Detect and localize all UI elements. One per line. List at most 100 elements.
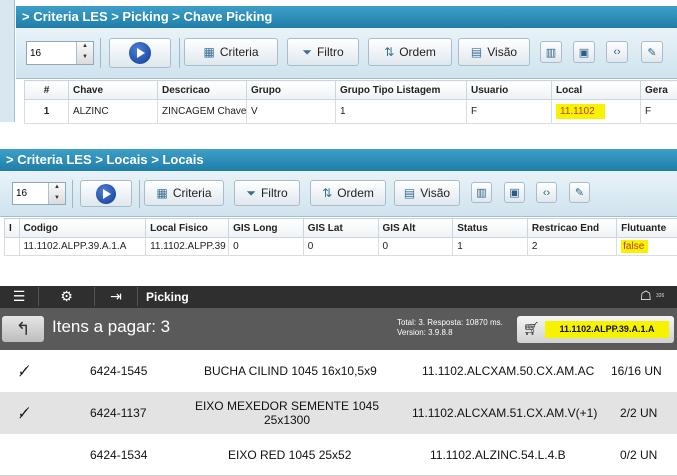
cell-restricao-end: 2 bbox=[527, 238, 616, 256]
column-header[interactable]: Gera bbox=[641, 81, 677, 100]
table-row[interactable]: 11.1102.ALPP.39.A.1.A 11.1102.ALPP.39 0 … bbox=[5, 238, 677, 256]
filter-icon: ⏷ bbox=[302, 45, 312, 60]
page-size-value: 16 bbox=[27, 48, 76, 59]
item-description: EIXO MEXEDOR SEMENTE 1045 25x1300 bbox=[187, 392, 387, 434]
settings-button[interactable]: ✎ bbox=[641, 41, 663, 63]
double-check-icon: ✓̸ bbox=[18, 392, 30, 434]
ordem-button[interactable]: ⇅ Ordem bbox=[368, 38, 452, 66]
version: Version: 3.9.8.8 bbox=[397, 328, 503, 338]
settings-button[interactable]: ⚙ bbox=[39, 287, 95, 306]
item-location: 11.1102.ALCXAM.50.CX.AM.AC bbox=[422, 350, 594, 392]
list-item[interactable]: ✓̸ 6424-1137 EIXO MEXEDOR SEMENTE 1045 2… bbox=[0, 392, 677, 435]
filtro-label: Filtro bbox=[317, 45, 344, 59]
view-icon: ▤ bbox=[404, 186, 415, 200]
ordem-label: Ordem bbox=[399, 45, 436, 59]
column-header[interactable]: GIS Alt bbox=[378, 219, 453, 238]
picking-table: # Chave Descricao Grupo Grupo Tipo Lista… bbox=[24, 80, 677, 124]
back-button[interactable]: ↰ bbox=[2, 316, 44, 342]
code-button[interactable]: ‹› bbox=[536, 182, 557, 203]
code-icon: ‹› bbox=[613, 46, 620, 58]
panel-locais: > Criteria LES > Locais > Locais 16 ▲▼ ▦… bbox=[0, 146, 677, 258]
export-button[interactable]: ▥ bbox=[540, 41, 562, 63]
table-header-row: # Chave Descricao Grupo Grupo Tipo Lista… bbox=[25, 81, 677, 100]
row-number: 1 bbox=[25, 100, 69, 124]
column-header[interactable]: Descricao bbox=[158, 81, 247, 100]
notification-badge: 326 bbox=[656, 293, 664, 299]
column-header[interactable]: Chave bbox=[69, 81, 158, 100]
criteria-icon: ▦ bbox=[203, 45, 214, 59]
page-size-spinner[interactable]: 16 ▲▼ bbox=[12, 182, 66, 205]
page-size-spinner[interactable]: 16 ▲▼ bbox=[26, 41, 94, 65]
column-header[interactable]: Restricao End bbox=[527, 219, 616, 238]
location-button[interactable]: 🛒︎ 11.1102.ALPP.39.A.1.A bbox=[517, 316, 674, 343]
ordem-button[interactable]: ⇅Ordem bbox=[310, 180, 386, 206]
divider bbox=[100, 38, 101, 68]
export-button[interactable]: ▥ bbox=[471, 182, 492, 203]
filtro-button[interactable]: ⏷ Filtro bbox=[287, 38, 359, 66]
run-button[interactable] bbox=[109, 38, 171, 68]
table-row[interactable]: 1 ALZINC ZINCAGEM Chave V 1 F 11.1102 F bbox=[25, 100, 677, 124]
code-button[interactable]: ‹› bbox=[606, 41, 628, 63]
notification-icon: ☖ bbox=[640, 288, 652, 304]
cart-icon: 🛒︎ bbox=[523, 321, 540, 337]
cell-codigo: 11.1102.ALPP.39.A.1.A bbox=[19, 238, 146, 256]
cell-gis-lat: 0 bbox=[303, 238, 378, 256]
toolbar: 16 ▲▼ ▦Criteria ⏷Filtro ⇅Ordem ▤Visão ▥ … bbox=[16, 28, 677, 79]
spin-up-icon[interactable]: ▲ bbox=[49, 183, 65, 194]
item-location: 11.1102.ALZINC.54.L.4.B bbox=[430, 434, 566, 475]
criteria-button[interactable]: ▦Criteria bbox=[184, 38, 278, 66]
filtro-label: Filtro bbox=[261, 186, 288, 200]
filtro-button[interactable]: ⏷ Filtro bbox=[234, 180, 300, 206]
notification-button[interactable]: ☖ 326 bbox=[640, 289, 668, 305]
settings-icon: ✎ bbox=[647, 46, 656, 59]
header-bar: ↰ Itens a pagar: 3 Total: 3. Resposta: 1… bbox=[0, 308, 677, 350]
column-header[interactable]: # bbox=[25, 81, 69, 100]
item-code: 6424-1545 bbox=[90, 350, 147, 392]
spin-up-icon[interactable]: ▲ bbox=[77, 42, 93, 53]
list-item[interactable]: 6424-1534 EIXO RED 1045 25x52 11.1102.AL… bbox=[0, 434, 677, 476]
toolbar: 16 ▲▼ ▦Criteria ⏷Filtro ⇅Ordem ▤Visão ▥ … bbox=[0, 171, 677, 217]
visao-button[interactable]: ▤Visão bbox=[394, 180, 460, 206]
filter-icon: ⏷ bbox=[246, 186, 256, 201]
visao-button[interactable]: ▤Visão bbox=[458, 38, 530, 66]
column-header[interactable]: Flutuante bbox=[617, 219, 677, 238]
cell-descricao: ZINCAGEM Chave bbox=[158, 100, 247, 124]
menu-button[interactable]: ☰ bbox=[0, 287, 39, 306]
column-header[interactable]: Usuario bbox=[467, 81, 552, 100]
menu-icon: ☰ bbox=[13, 288, 26, 304]
criteria-button[interactable]: ▦Criteria bbox=[144, 180, 224, 206]
settings-button[interactable]: ✎ bbox=[569, 182, 590, 203]
page-size-value: 16 bbox=[13, 188, 48, 199]
code-icon: ‹› bbox=[543, 187, 550, 199]
column-header[interactable]: Grupo Tipo Listagem bbox=[336, 81, 467, 100]
column-header[interactable]: Status bbox=[453, 219, 528, 238]
double-check-icon: ✓̸ bbox=[18, 350, 30, 392]
cell-gis-long: 0 bbox=[229, 238, 304, 256]
location-label: 11.1102.ALPP.39.A.1.A bbox=[545, 321, 669, 338]
login-button[interactable]: ⇥ bbox=[95, 287, 138, 306]
column-header[interactable]: I bbox=[5, 219, 20, 238]
cell-local-fisico: 11.1102.ALPP.39 bbox=[146, 238, 229, 256]
cell-flutuante: false bbox=[617, 238, 677, 256]
column-header[interactable]: GIS Long bbox=[229, 219, 304, 238]
divider bbox=[72, 180, 73, 208]
column-header[interactable]: Local bbox=[552, 81, 641, 100]
list-item[interactable]: ✓̸ 6424-1545 BUCHA CILIND 1045 16x10,5x9… bbox=[0, 350, 677, 393]
breadcrumb: > Criteria LES > Picking > Chave Picking bbox=[16, 6, 677, 28]
sort-icon: ⇅ bbox=[384, 45, 394, 59]
cell-grupo: V bbox=[247, 100, 336, 124]
column-header[interactable]: Codigo bbox=[19, 219, 146, 238]
spin-down-icon[interactable]: ▼ bbox=[49, 194, 65, 205]
column-header[interactable]: Local Fisico bbox=[146, 219, 229, 238]
item-code: 6424-1137 bbox=[90, 392, 147, 434]
save-button[interactable]: ▣ bbox=[504, 182, 525, 203]
locais-table: I Codigo Local Fisico GIS Long GIS Lat G… bbox=[4, 218, 677, 256]
table-header-row: I Codigo Local Fisico GIS Long GIS Lat G… bbox=[5, 219, 677, 238]
run-button[interactable] bbox=[80, 180, 132, 207]
criteria-label: Criteria bbox=[173, 186, 212, 200]
spin-down-icon[interactable]: ▼ bbox=[77, 53, 93, 64]
save-button[interactable]: ▣ bbox=[573, 41, 595, 63]
gear-icon: ⚙ bbox=[60, 288, 73, 304]
column-header[interactable]: GIS Lat bbox=[303, 219, 378, 238]
column-header[interactable]: Grupo bbox=[247, 81, 336, 100]
